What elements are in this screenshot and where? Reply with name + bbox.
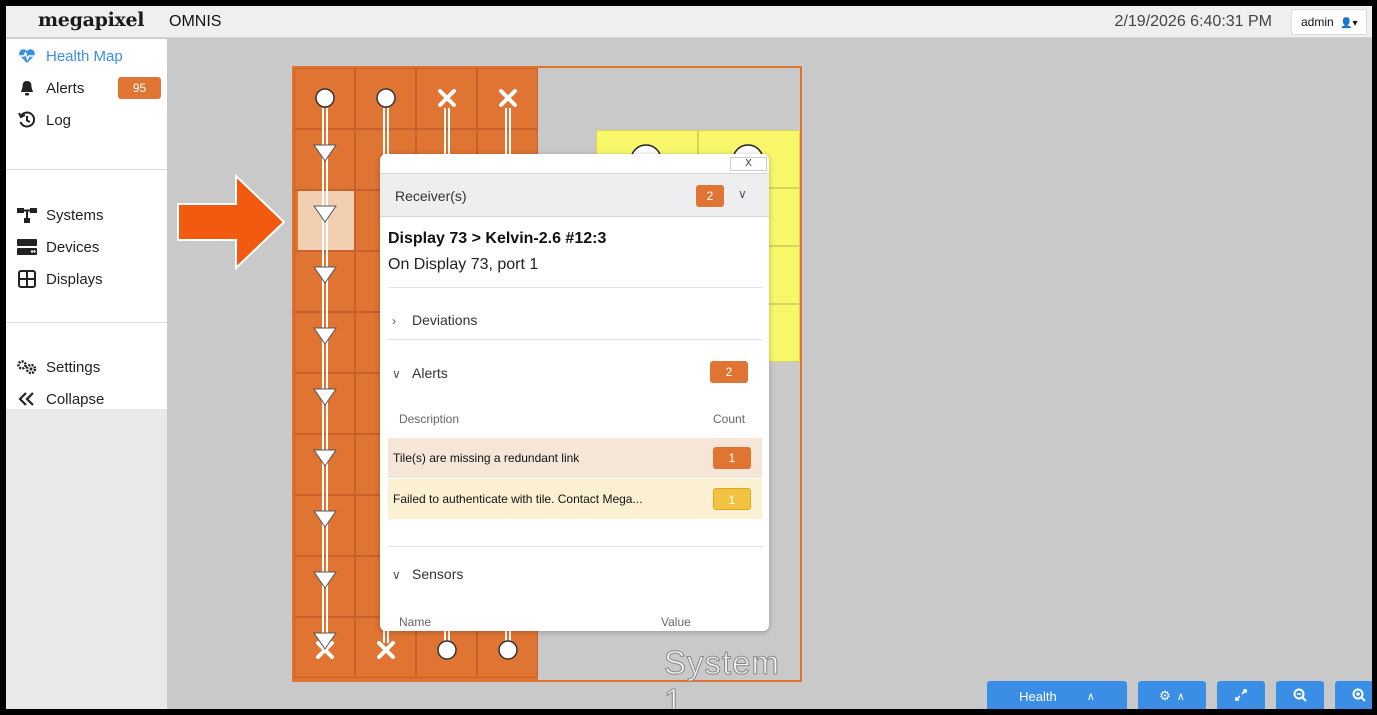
chevron-up-icon: ∧	[1086, 690, 1095, 703]
sidebar-item-alerts[interactable]: Alerts 95	[6, 73, 167, 103]
system-label: System 1	[664, 644, 781, 710]
sidebar-item-health-map[interactable]: Health Map	[6, 41, 167, 71]
grid-icon	[16, 270, 38, 288]
sidebar-divider	[6, 169, 167, 170]
sidebar-item-settings[interactable]: Settings	[6, 352, 167, 382]
deviations-section-toggle[interactable]: › Deviations	[392, 312, 477, 328]
network-icon	[16, 207, 38, 223]
chevron-right-icon: ›	[392, 314, 396, 328]
sidebar: Health Map Alerts 95 Log Systems Devices…	[6, 39, 167, 709]
alerts-count-badge: 95	[118, 77, 161, 99]
zoom-out-button[interactable]	[1276, 681, 1324, 709]
user-name: admin	[1301, 15, 1334, 29]
sidebar-item-log[interactable]: Log	[6, 105, 167, 135]
receiver-details-popup: X Receiver(s) 2 ∨ Display 73 > Kelvin-2.…	[380, 154, 769, 631]
sidebar-item-collapse[interactable]: Collapse	[6, 384, 167, 414]
pointer-arrow-icon	[177, 174, 286, 270]
alert-count-badge: 1	[713, 447, 751, 469]
alert-description: Failed to authenticate with tile. Contac…	[393, 492, 643, 506]
sidebar-item-label: Systems	[46, 206, 104, 224]
sidebar-item-displays[interactable]: Displays	[6, 264, 167, 294]
popup-title: Display 73 > Kelvin-2.6 #12:3	[388, 230, 607, 247]
chevron-down-icon: ∨	[392, 367, 401, 381]
logo: megapixel	[38, 9, 145, 31]
user-menu-button[interactable]: admin 👤▾	[1291, 9, 1367, 35]
server-icon	[16, 239, 38, 255]
sidebar-item-label: Log	[46, 111, 72, 129]
receiver-label: Receiver(s)	[395, 188, 467, 204]
sidebar-item-label: Settings	[46, 358, 101, 376]
column-header: Name	[399, 615, 432, 629]
expand-icon	[1235, 688, 1247, 704]
zoom-in-icon	[1352, 688, 1366, 705]
zoom-in-button[interactable]	[1335, 681, 1372, 709]
app-window: megapixel OMNIS 2/19/2026 6:40:31 PM adm…	[6, 6, 1372, 709]
chevron-up-icon: ∧	[1176, 690, 1185, 703]
table-row[interactable]: Tile(s) are missing a redundant link	[388, 438, 762, 478]
app-name: OMNIS	[169, 13, 222, 30]
gear-icon: ⚙	[1159, 688, 1171, 703]
datetime: 2/19/2026 6:40:31 PM	[1114, 13, 1272, 30]
sidebar-item-label: Displays	[46, 270, 103, 288]
double-chevron-left-icon	[16, 392, 38, 406]
table-row[interactable]: Failed to authenticate with tile. Contac…	[388, 479, 762, 519]
chevron-down-icon: ∨	[392, 568, 401, 582]
alerts-count-badge: 2	[710, 361, 748, 383]
alert-count-badge: 1	[713, 488, 751, 510]
close-button[interactable]: X	[730, 157, 767, 171]
column-header: Count	[713, 412, 746, 426]
sidebar-item-label: Alerts	[46, 79, 85, 97]
heart-pulse-icon	[16, 48, 38, 64]
health-mode-button[interactable]: Health ∧	[987, 681, 1127, 709]
top-bar: megapixel OMNIS 2/19/2026 6:40:31 PM adm…	[6, 6, 1372, 38]
fit-to-screen-button[interactable]	[1217, 681, 1265, 709]
sensors-section-toggle[interactable]: ∨ Sensors	[392, 566, 463, 582]
settings-menu-button[interactable]: ⚙ ∧	[1138, 681, 1206, 709]
zoom-out-icon	[1293, 688, 1307, 705]
alert-description: Tile(s) are missing a redundant link	[393, 451, 580, 465]
column-header: Description	[399, 412, 460, 426]
receiver-selector[interactable]: Receiver(s) 2 ∨	[380, 173, 769, 217]
chevron-down-icon[interactable]: ∨	[738, 187, 747, 201]
sidebar-item-label: Devices	[46, 238, 100, 256]
history-icon	[16, 111, 38, 129]
column-header: Value	[661, 615, 691, 629]
alerts-section-toggle[interactable]: ∨ Alerts	[392, 365, 448, 381]
sidebar-item-systems[interactable]: Systems	[6, 200, 167, 230]
sidebar-item-label: Collapse	[46, 390, 105, 408]
sidebar-item-devices[interactable]: Devices	[6, 232, 167, 262]
user-icon: 👤▾	[1340, 18, 1358, 29]
bell-icon	[16, 80, 38, 96]
gears-icon	[16, 359, 38, 375]
receiver-count-badge: 2	[696, 185, 724, 207]
sidebar-item-label: Health Map	[46, 47, 123, 65]
popup-subtitle: On Display 73, port 1	[388, 256, 539, 273]
sidebar-divider	[6, 322, 167, 323]
